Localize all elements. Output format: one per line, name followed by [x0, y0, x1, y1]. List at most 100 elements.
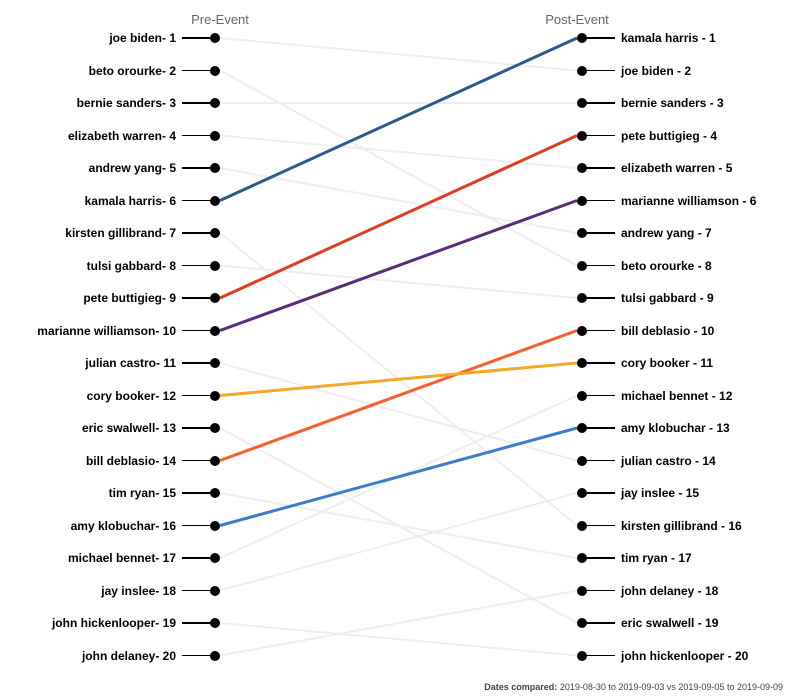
post-label: bill deblasio - 10 [621, 324, 714, 338]
dot-marker [577, 358, 587, 368]
post-label: joe biden - 2 [621, 64, 691, 78]
tick-line [182, 525, 210, 527]
pre-label: elizabeth warren- 4 [68, 129, 176, 143]
pre-row: amy klobuchar- 16 [71, 514, 220, 538]
post-label: john hickenlooper - 20 [621, 649, 748, 663]
post-label: beto orourke - 8 [621, 259, 712, 273]
tick-line [587, 297, 615, 299]
pre-label: kirsten gillibrand- 7 [65, 226, 176, 240]
footer-label: Dates compared: [484, 682, 557, 692]
pre-label: bernie sanders- 3 [77, 96, 176, 110]
dot-marker [210, 163, 220, 173]
header-post: Post-Event [545, 12, 609, 27]
dot-marker [210, 326, 220, 336]
dot-marker [210, 293, 220, 303]
pre-row: jay inslee- 18 [101, 579, 220, 603]
post-label: john delaney - 18 [621, 584, 718, 598]
pre-label: marianne williamson- 10 [37, 324, 176, 338]
tick-line [182, 460, 210, 462]
dot-marker [210, 553, 220, 563]
pre-label: julian castro- 11 [85, 356, 176, 370]
pre-label: jay inslee- 18 [101, 584, 176, 598]
bg-line [220, 331, 577, 461]
pre-label: cory booker- 12 [87, 389, 176, 403]
pre-row: eric swalwell- 13 [82, 416, 220, 440]
post-row: beto orourke - 8 [577, 254, 712, 278]
tick-line [587, 622, 615, 624]
post-row: marianne williamson - 6 [577, 189, 756, 213]
tick-line [182, 655, 210, 657]
bg-line [220, 396, 577, 559]
pre-label: tim ryan- 15 [109, 486, 176, 500]
pre-label: beto orourke- 2 [89, 64, 176, 78]
dot-marker [210, 261, 220, 271]
dot-marker [210, 131, 220, 141]
post-label: bernie sanders - 3 [621, 96, 724, 110]
tick-line [182, 265, 210, 267]
dot-marker [210, 66, 220, 76]
post-label: kamala harris - 1 [621, 31, 716, 45]
dot-marker [577, 261, 587, 271]
dot-marker [210, 488, 220, 498]
pre-label: kamala harris- 6 [85, 194, 176, 208]
highlight-line [220, 428, 577, 526]
dot-marker [577, 98, 587, 108]
dot-marker [210, 618, 220, 628]
pre-row: michael bennet- 17 [68, 546, 220, 570]
bg-line [220, 38, 577, 201]
tick-line [587, 265, 615, 267]
pre-row: bernie sanders- 3 [77, 91, 220, 115]
dot-marker [577, 131, 587, 141]
pre-row: john hickenlooper- 19 [52, 611, 220, 635]
tick-line [587, 200, 615, 202]
pre-row: cory booker- 12 [87, 384, 220, 408]
bg-line [220, 591, 577, 656]
pre-row: julian castro- 11 [85, 351, 220, 375]
post-row: bernie sanders - 3 [577, 91, 724, 115]
bg-line [220, 266, 577, 299]
post-row: elizabeth warren - 5 [577, 156, 732, 180]
tick-line [587, 167, 615, 169]
bg-line [220, 136, 577, 299]
tick-line [587, 70, 615, 72]
post-row: bill deblasio - 10 [577, 319, 714, 343]
pre-row: tim ryan- 15 [109, 481, 220, 505]
bg-line [220, 493, 577, 558]
dot-marker [577, 66, 587, 76]
dot-marker [210, 358, 220, 368]
post-row: julian castro - 14 [577, 449, 716, 473]
tick-line [182, 362, 210, 364]
pre-row: kamala harris- 6 [85, 189, 220, 213]
tick-line [182, 427, 210, 429]
post-row: tim ryan - 17 [577, 546, 692, 570]
dot-marker [210, 196, 220, 206]
pre-label: john hickenlooper- 19 [52, 616, 176, 630]
pre-row: andrew yang- 5 [89, 156, 220, 180]
pre-label: eric swalwell- 13 [82, 421, 176, 435]
post-label: julian castro - 14 [621, 454, 716, 468]
tick-line [182, 102, 210, 104]
pre-label: tulsi gabbard- 8 [87, 259, 176, 273]
tick-line [587, 135, 615, 137]
post-row: john delaney - 18 [577, 579, 718, 603]
bg-line [220, 363, 577, 461]
pre-row: marianne williamson- 10 [37, 319, 220, 343]
tick-line [587, 362, 615, 364]
bg-line [220, 168, 577, 233]
post-row: eric swalwell - 19 [577, 611, 718, 635]
pre-row: joe biden- 1 [109, 26, 220, 50]
post-label: pete buttigieg - 4 [621, 129, 717, 143]
pre-row: john delaney- 20 [82, 644, 220, 668]
tick-line [182, 37, 210, 39]
dot-marker [577, 293, 587, 303]
bg-line [220, 428, 577, 526]
pre-label: joe biden- 1 [109, 31, 176, 45]
dot-marker [577, 456, 587, 466]
dot-marker [577, 391, 587, 401]
dot-marker [210, 391, 220, 401]
dot-marker [577, 163, 587, 173]
dot-marker [210, 98, 220, 108]
highlight-line [220, 363, 577, 396]
highlight-line [220, 38, 577, 201]
post-label: tim ryan - 17 [621, 551, 692, 565]
